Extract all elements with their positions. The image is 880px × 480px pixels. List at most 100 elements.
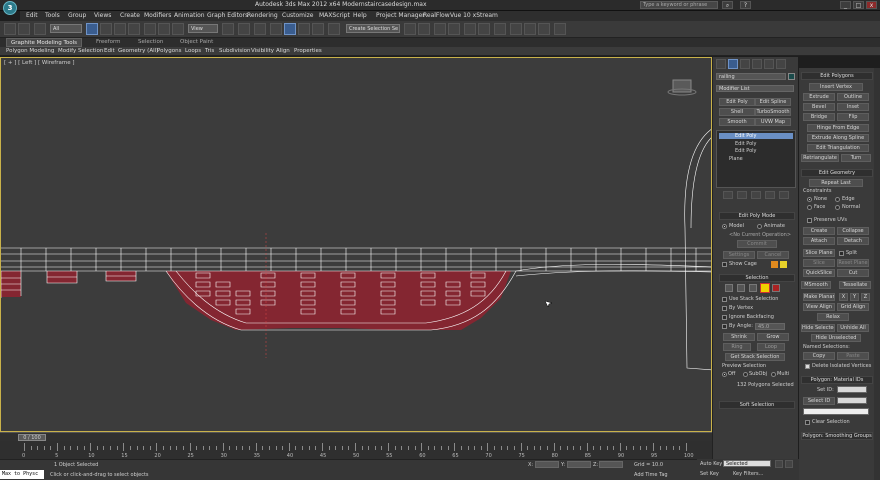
clear-selection-checkbox[interactable] — [805, 420, 810, 425]
material-editor-icon[interactable] — [494, 23, 506, 35]
modifier-list-dropdown[interactable]: Modifier List — [716, 85, 794, 92]
msmooth-button[interactable]: MSmooth — [801, 281, 831, 289]
panel-scrollbar[interactable] — [874, 68, 880, 480]
menu-project-manager[interactable]: Project Manager — [376, 12, 425, 19]
border-mode-icon[interactable] — [749, 284, 757, 292]
ribbon-tris[interactable]: Tris — [205, 48, 214, 54]
repeat-last-button[interactable]: Repeat Last — [809, 179, 863, 187]
maxscript-listener[interactable]: Max to Physc — [0, 470, 44, 479]
stack-item[interactable]: Edit Poly — [719, 141, 757, 147]
get-stack-selection-button[interactable]: Get Stack Selection — [725, 353, 785, 361]
animate-radio[interactable] — [757, 224, 762, 229]
time-slider-thumb[interactable]: 0 / 100 — [18, 434, 46, 441]
object-name-field[interactable]: railing — [716, 73, 786, 80]
edit-triangulation-button[interactable]: Edit Triangulation — [807, 144, 869, 152]
element-mode-icon[interactable] — [772, 284, 780, 292]
select-id-field[interactable] — [837, 397, 867, 404]
snaps-toggle-icon[interactable] — [270, 23, 282, 35]
move-icon[interactable] — [144, 23, 156, 35]
smooth-button[interactable]: Smooth — [719, 118, 755, 126]
menu-modifiers[interactable]: Modifiers — [144, 12, 171, 19]
scale-icon[interactable] — [172, 23, 184, 35]
menu-tools[interactable]: Tools — [45, 12, 60, 19]
next-frame-icon[interactable] — [785, 460, 793, 468]
material-name-dropdown[interactable] — [803, 408, 869, 415]
delete-isolated-checkbox[interactable] — [805, 364, 810, 369]
set-key-label[interactable]: Set Key — [700, 471, 719, 477]
preview-off-radio[interactable] — [722, 372, 727, 377]
relax-button[interactable]: Relax — [817, 313, 849, 321]
flip-button[interactable]: Flip — [837, 113, 869, 121]
ring-button[interactable]: Ring — [723, 343, 751, 351]
preview-subobj-radio[interactable] — [743, 372, 748, 377]
grow-button[interactable]: Grow — [757, 333, 789, 341]
mirror-icon[interactable] — [404, 23, 416, 35]
cut-button[interactable]: Cut — [837, 269, 869, 277]
collapse-button[interactable]: Collapse — [837, 227, 869, 235]
insert-vertex-button[interactable]: Insert Vertex — [809, 83, 863, 91]
named-selection-dropdown[interactable]: Create Selection Se — [346, 24, 400, 33]
detach-button[interactable]: Detach — [837, 237, 869, 245]
utilities-tab-icon[interactable] — [776, 59, 786, 69]
ribbon-align[interactable]: Align — [276, 48, 290, 54]
planar-x-button[interactable]: X — [839, 293, 848, 301]
grid-align-button[interactable]: Grid Align — [837, 303, 869, 311]
search-input[interactable]: Type a keyword or phrase — [640, 1, 718, 9]
track-bar[interactable]: 0 5 10 15 20 25 30 35 40 45 50 55 60 65 70 75 80 85 90 95 10… — [0, 441, 712, 459]
constraint-face-radio[interactable] — [807, 205, 812, 210]
attach-button[interactable]: Attach — [803, 237, 835, 245]
constraint-none-radio[interactable] — [807, 197, 812, 202]
slice-button[interactable]: Slice — [803, 259, 835, 267]
menu-group[interactable]: Group — [68, 12, 86, 19]
x-coord-field[interactable] — [535, 461, 559, 468]
menu-rendering[interactable]: Rendering — [247, 12, 278, 19]
edit-polygons-header[interactable]: Edit Polygons — [801, 72, 873, 80]
view-align-button[interactable]: View Align — [803, 303, 835, 311]
graphite-toggle-icon[interactable] — [448, 23, 460, 35]
key-filter-dropdown[interactable]: Selected — [723, 460, 771, 467]
menu-vue[interactable]: Vue 10 xStream — [450, 12, 498, 19]
hide-unselected-button[interactable]: Hide Unselected — [811, 334, 861, 342]
rendered-frame-icon[interactable] — [524, 23, 536, 35]
schematic-view-icon[interactable] — [478, 23, 490, 35]
commit-button[interactable]: Commit — [737, 240, 777, 248]
link-icon[interactable] — [34, 23, 46, 35]
inset-button[interactable]: Inset — [837, 103, 869, 111]
hinge-from-edge-button[interactable]: Hinge From Edge — [807, 124, 869, 132]
motion-tab-icon[interactable] — [752, 59, 762, 69]
y-coord-field[interactable] — [567, 461, 591, 468]
auto-key-label[interactable]: Auto Key — [700, 461, 722, 467]
viewport-left[interactable]: [ + ] [ Left ] [ Wireframe ] — [0, 57, 712, 432]
constraint-normal-radio[interactable] — [835, 205, 840, 210]
turn-button[interactable]: Turn — [841, 154, 871, 162]
selection-filter-dropdown[interactable]: All — [50, 24, 82, 33]
play-icon[interactable] — [775, 460, 783, 468]
edge-mode-icon[interactable] — [737, 284, 745, 292]
render-iterative-icon[interactable] — [554, 23, 566, 35]
edit-spline-button[interactable]: Edit Spline — [755, 98, 791, 106]
ribbon-subdivision[interactable]: Subdivision — [219, 48, 251, 54]
show-end-result-icon[interactable] — [737, 191, 747, 199]
select-object-icon[interactable] — [86, 23, 98, 35]
keyboard-shortcut-icon[interactable] — [254, 23, 266, 35]
curve-editor-icon[interactable] — [464, 23, 476, 35]
by-angle-checkbox[interactable] — [722, 324, 727, 329]
menu-maxscript[interactable]: MAXScript — [319, 12, 350, 19]
configure-sets-icon[interactable] — [779, 191, 789, 199]
align-icon[interactable] — [418, 23, 430, 35]
ribbon-modify-selection[interactable]: Modify Selection — [58, 48, 103, 54]
model-radio[interactable] — [722, 224, 727, 229]
spinner-snap-icon[interactable] — [312, 23, 324, 35]
create-button[interactable]: Create — [803, 227, 835, 235]
edit-named-selection-icon[interactable] — [328, 23, 340, 35]
bridge-button[interactable]: Bridge — [803, 113, 835, 121]
split-checkbox[interactable] — [839, 251, 844, 256]
close-button[interactable]: x — [866, 1, 877, 9]
menu-graph-editors[interactable]: Graph Editors — [207, 12, 248, 19]
angle-value-field[interactable]: 45.0 — [755, 323, 785, 330]
tessellate-button[interactable]: Tessellate — [839, 281, 871, 289]
object-color-swatch[interactable] — [788, 73, 795, 80]
key-filters-button[interactable]: Key Filters... — [733, 471, 763, 477]
use-stack-checkbox[interactable] — [722, 297, 727, 302]
add-time-tag[interactable]: Add Time Tag — [634, 472, 668, 478]
